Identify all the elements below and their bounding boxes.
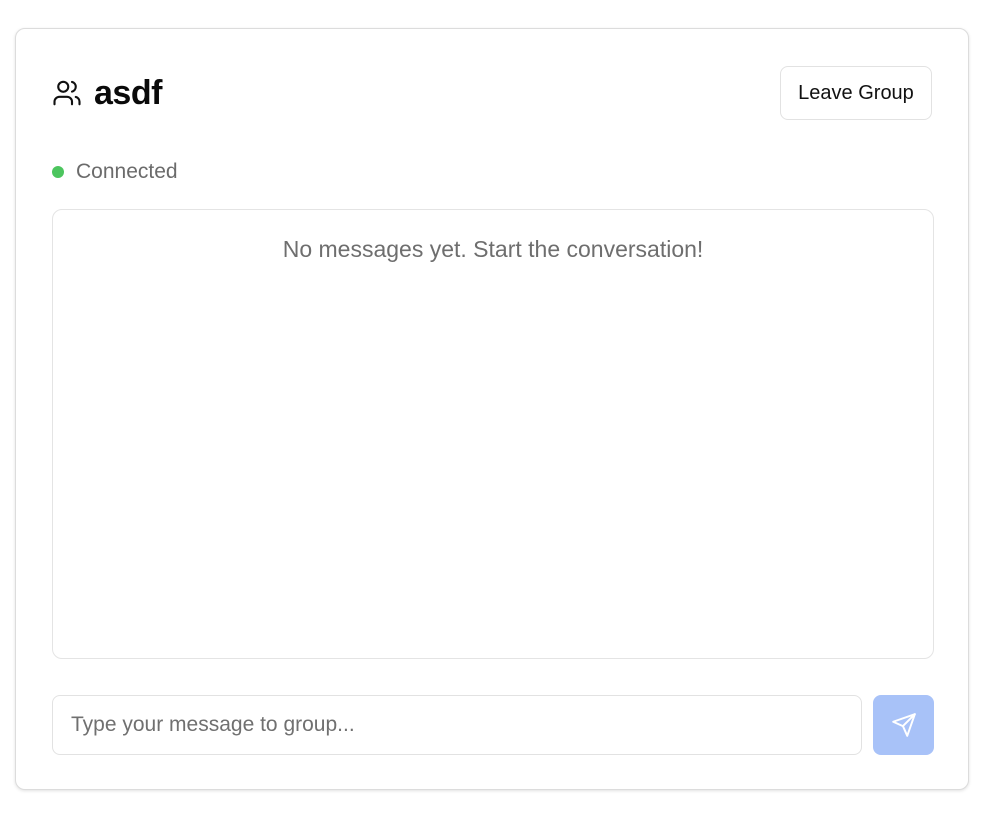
- message-composer: [52, 695, 934, 755]
- chat-header: asdf Leave Group: [52, 65, 932, 121]
- group-chat-card: asdf Leave Group Connected No messages y…: [15, 28, 969, 790]
- group-name: asdf: [94, 73, 162, 112]
- connection-status: Connected: [52, 159, 178, 185]
- status-label: Connected: [76, 160, 178, 183]
- status-indicator-dot: [52, 166, 64, 178]
- users-icon: [52, 78, 82, 108]
- send-icon: [891, 712, 917, 738]
- message-input[interactable]: [52, 695, 862, 755]
- empty-messages-text: No messages yet. Start the conversation!: [282, 236, 704, 262]
- leave-group-button[interactable]: Leave Group: [780, 66, 932, 120]
- group-title-wrap: asdf: [52, 65, 162, 121]
- send-button[interactable]: [873, 695, 934, 755]
- message-list[interactable]: No messages yet. Start the conversation!: [52, 209, 934, 659]
